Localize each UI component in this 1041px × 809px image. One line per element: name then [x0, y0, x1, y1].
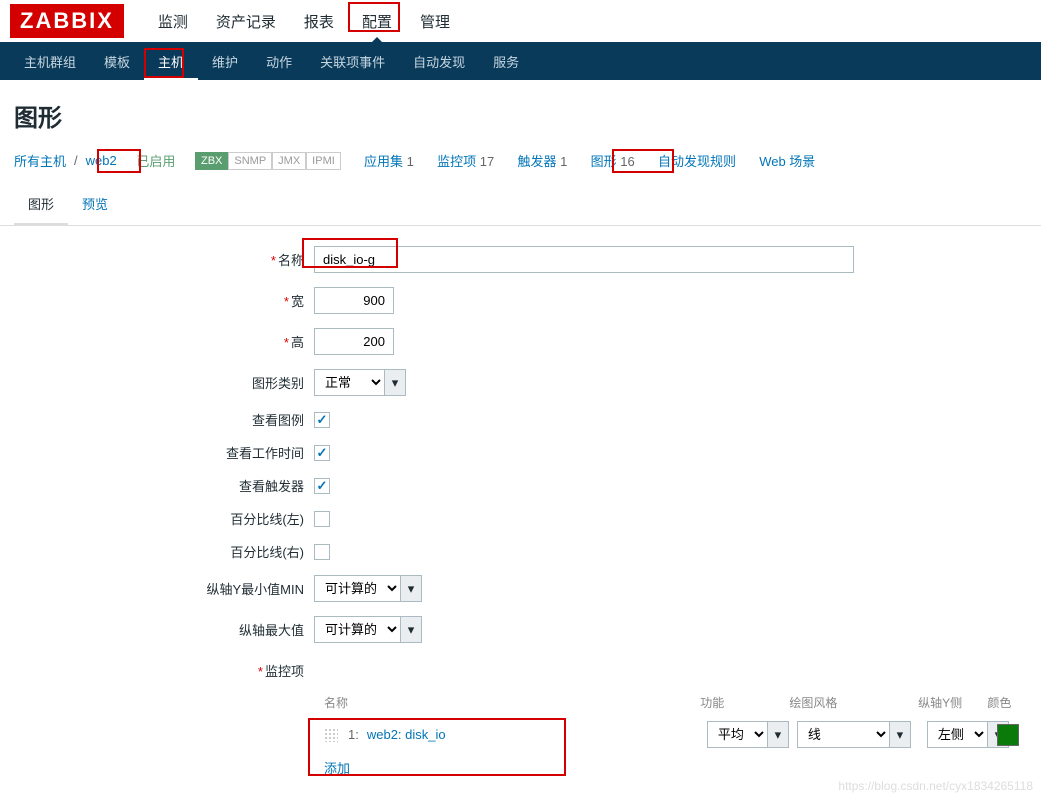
items-header: 名称 功能 绘图风格 纵轴Y侧 颜色	[324, 694, 1027, 711]
checkbox-triggers[interactable]	[314, 478, 330, 494]
item-row: 1: web2: disk_io 平均 ▾ 线 ▾ 左侧 ▾	[324, 711, 1027, 758]
select-ymin[interactable]: 可计算的	[314, 575, 400, 602]
nav-monitoring[interactable]: 监测	[144, 1, 202, 42]
nav-reports[interactable]: 报表	[290, 1, 348, 42]
select-style[interactable]: 线	[797, 721, 889, 748]
select-func[interactable]: 平均	[707, 721, 767, 748]
watermark: https://blog.csdn.net/cyx1834265118	[838, 779, 1033, 793]
chevron-down-icon[interactable]: ▾	[889, 721, 911, 748]
color-swatch[interactable]	[997, 724, 1019, 746]
chevron-down-icon[interactable]: ▾	[384, 369, 406, 396]
bc-all-hosts[interactable]: 所有主机	[14, 151, 66, 170]
subnav-hostgroups[interactable]: 主机群组	[10, 42, 90, 81]
label-worktime: 查看工作时间	[14, 443, 314, 462]
add-item-link[interactable]: 添加	[324, 761, 350, 776]
link-graphs[interactable]: 图形	[591, 154, 617, 169]
items-header-name: 名称	[324, 694, 700, 711]
input-name[interactable]	[314, 246, 854, 273]
chevron-down-icon[interactable]: ▾	[400, 616, 422, 643]
bc-host[interactable]: web2	[86, 153, 117, 168]
select-type[interactable]: 正常	[314, 369, 384, 396]
interface-badges: ZBX SNMP JMX IPMI	[195, 152, 341, 170]
label-triggers: 查看触发器	[14, 476, 314, 495]
count-graphs: 16	[620, 154, 634, 169]
item-index: 1:	[348, 727, 359, 742]
label-legend: 查看图例	[14, 410, 314, 429]
items-header-style: 绘图风格	[789, 694, 918, 711]
nav-configuration[interactable]: 配置	[348, 1, 406, 42]
items-header-func: 功能	[700, 694, 789, 711]
checkbox-percent-right[interactable]	[314, 544, 330, 560]
subnav-maintenance[interactable]: 维护	[198, 42, 252, 81]
subnav-hosts[interactable]: 主机	[144, 42, 198, 81]
link-triggers[interactable]: 触发器	[517, 154, 556, 169]
checkbox-worktime[interactable]	[314, 445, 330, 461]
page-title: 图形	[0, 80, 1041, 143]
link-web-scenarios[interactable]: Web 场景	[759, 154, 815, 169]
badge-snmp: SNMP	[228, 152, 272, 170]
badge-jmx: JMX	[272, 152, 306, 170]
select-side[interactable]: 左侧	[927, 721, 987, 748]
items-header-side: 纵轴Y侧	[918, 694, 987, 711]
graph-form: *名称 *宽 *高 图形类别 正常 ▾ 查看图例 查看工作时间 查看触发器 百分…	[0, 226, 1041, 797]
nav-inventory[interactable]: 资产记录	[202, 1, 290, 42]
drag-handle-icon[interactable]	[324, 728, 338, 742]
label-ymin: 纵轴Y最小值MIN	[14, 579, 314, 598]
label-ymax: 纵轴最大值	[14, 620, 314, 639]
badge-ipmi: IPMI	[306, 152, 341, 170]
form-tabs: 图形 预览	[0, 184, 1041, 226]
top-bar: ZABBIX 监测 资产记录 报表 配置 管理	[0, 0, 1041, 42]
nav-administration[interactable]: 管理	[406, 1, 464, 42]
bc-sep: /	[74, 153, 78, 168]
top-nav: 监测 资产记录 报表 配置 管理	[144, 1, 464, 42]
link-applications[interactable]: 应用集	[364, 154, 403, 169]
item-link[interactable]: web2: disk_io	[367, 727, 446, 742]
label-height: 高	[291, 335, 304, 350]
logo: ZABBIX	[10, 4, 124, 38]
sub-nav: 主机群组 模板 主机 维护 动作 关联项事件 自动发现 服务	[0, 42, 1041, 80]
count-items: 17	[480, 154, 494, 169]
label-name: 名称	[278, 253, 304, 268]
count-applications: 1	[407, 154, 414, 169]
checkbox-percent-left[interactable]	[314, 511, 330, 527]
subnav-services[interactable]: 服务	[479, 42, 533, 81]
label-percent-right: 百分比线(右)	[14, 542, 314, 561]
checkbox-legend[interactable]	[314, 412, 330, 428]
label-type: 图形类别	[14, 373, 314, 392]
tab-graph[interactable]: 图形	[14, 184, 68, 226]
link-items[interactable]: 监控项	[437, 154, 476, 169]
subnav-templates[interactable]: 模板	[90, 42, 144, 81]
items-header-color: 颜色	[987, 694, 1027, 711]
breadcrumb: 所有主机 / web2 已启用 ZBX SNMP JMX IPMI 应用集 1 …	[0, 143, 1041, 184]
status-enabled: 已启用	[136, 151, 175, 170]
label-width: 宽	[291, 294, 304, 309]
chevron-down-icon[interactable]: ▾	[767, 721, 789, 748]
label-items: 监控项	[265, 664, 304, 679]
count-triggers: 1	[560, 154, 567, 169]
input-height[interactable]	[314, 328, 394, 355]
label-percent-left: 百分比线(左)	[14, 509, 314, 528]
subnav-discovery[interactable]: 自动发现	[399, 42, 479, 81]
subnav-actions[interactable]: 动作	[252, 42, 306, 81]
input-width[interactable]	[314, 287, 394, 314]
link-discovery-rules[interactable]: 自动发现规则	[658, 154, 736, 169]
chevron-down-icon[interactable]: ▾	[400, 575, 422, 602]
tab-preview[interactable]: 预览	[68, 184, 122, 225]
select-ymax[interactable]: 可计算的	[314, 616, 400, 643]
badge-zbx: ZBX	[195, 152, 228, 170]
subnav-correlation[interactable]: 关联项事件	[306, 42, 399, 81]
